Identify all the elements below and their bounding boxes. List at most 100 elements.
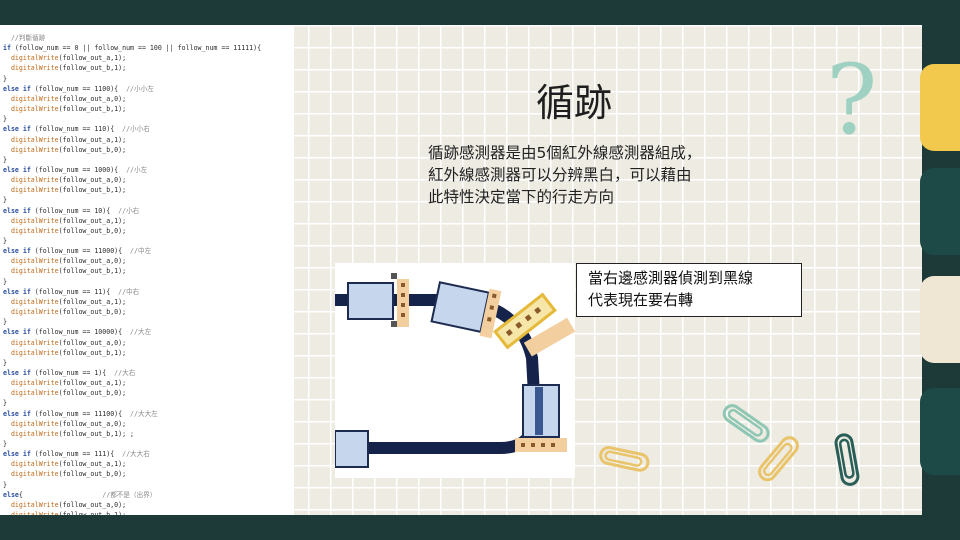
robot-car [347, 273, 409, 327]
code-line: digitalWrite(follow_out_a,1); [3, 217, 126, 225]
code-token: else [3, 490, 19, 499]
paper-clip-icon [599, 446, 650, 472]
code-token: (follow_out_b,1); [58, 105, 127, 114]
code-line: digitalWrite(follow_out_b,0); [3, 146, 126, 154]
code-token: else if [3, 409, 31, 418]
code-token: (follow_num == 10000){ [30, 328, 131, 337]
code-line: else if (follow_num == 1){ //大右 [3, 369, 135, 377]
track-diagram [334, 273, 576, 468]
code-token: (follow_out_b,1); [58, 267, 127, 276]
code-token: digitalWrite [10, 216, 59, 225]
code-line: else if (follow_num == 110){ //小小右 [3, 125, 150, 133]
code-token: } [3, 440, 7, 448]
paper-clip-icon [834, 433, 860, 486]
side-tab-yellow [920, 64, 960, 151]
code-token: (follow_out_b,1); [58, 348, 127, 357]
code-line: else if (follow_num == 10000){ //大左 [3, 328, 151, 336]
code-token: (follow_out_a,0); [58, 338, 127, 347]
robot-car [430, 281, 502, 339]
code-token: //中左 [130, 247, 152, 256]
code-token: digitalWrite [10, 460, 59, 469]
code-token: //都不是（出界） [102, 490, 157, 499]
code-token: (follow_num == 1000){ [30, 165, 127, 174]
code-token: digitalWrite [10, 348, 59, 357]
code-token: else if [3, 206, 31, 215]
code-line: digitalWrite(follow_out_b,1); [3, 105, 126, 113]
code-token: } [3, 196, 7, 205]
description-line: 循跡感測器是由5個紅外線感測器組成， [428, 144, 702, 162]
code-line: } [3, 318, 7, 326]
code-token: } [3, 115, 7, 124]
code-token: (follow_out_a,1); [58, 297, 127, 306]
code-line: digitalWrite(follow_out_b,0); [3, 308, 126, 316]
code-token: (follow_out_a,1); [58, 460, 127, 469]
code-line: } [3, 196, 7, 204]
code-token: //大大左 [130, 409, 158, 418]
code-token: //小小左 [126, 84, 154, 93]
code-token: digitalWrite [10, 257, 59, 266]
code-token: else if [3, 84, 31, 93]
code-token: (follow_num == 111){ [30, 450, 123, 459]
code-token: //小右 [118, 206, 140, 215]
code-line: } [3, 237, 7, 245]
code-token: { [18, 490, 103, 499]
code-line: digitalWrite(follow_out_a,0); [3, 257, 126, 265]
code-token: digitalWrite [10, 308, 59, 317]
robot-car [334, 430, 369, 468]
code-token: else if [3, 247, 31, 256]
question-mark-icon: ? [826, 44, 878, 156]
code-line: } [3, 440, 7, 448]
code-token: digitalWrite [10, 470, 59, 479]
code-token: else if [3, 368, 31, 377]
callout-line: 當右邊感測器偵測到黑線 [588, 269, 754, 287]
code-token: (follow_out_b,1); ; [58, 429, 135, 438]
code-line: digitalWrite(follow_out_a,0); [3, 176, 126, 184]
side-tab-teal-2 [920, 388, 960, 475]
code-line: digitalWrite(follow_out_b,0); [3, 227, 126, 235]
code-line: //判斷循跡 [3, 34, 45, 42]
code-line: digitalWrite(follow_out_b,1); [3, 511, 126, 515]
code-token: (follow_out_b,1); [58, 64, 127, 73]
code-token: } [3, 155, 7, 164]
code-line: digitalWrite(follow_out_b,0); [3, 470, 126, 478]
code-line: digitalWrite(follow_out_b,0); [3, 389, 126, 397]
code-line: } [3, 156, 7, 164]
code-token: (follow_out_a,1); [58, 379, 127, 388]
code-token: } [3, 399, 7, 408]
code-token: digitalWrite [10, 297, 59, 306]
code-line: digitalWrite(follow_out_a,1); [3, 379, 126, 387]
code-token: else if [3, 125, 31, 134]
code-token: digitalWrite [10, 54, 59, 63]
code-token: else if [3, 328, 31, 337]
code-token: (follow_num == 11){ [30, 287, 119, 296]
code-line: digitalWrite(follow_out_b,1); [3, 64, 126, 72]
code-line: digitalWrite(follow_out_b,1); [3, 349, 126, 357]
code-token: //大左 [130, 328, 152, 337]
code-token: digitalWrite [10, 64, 59, 73]
code-token: digitalWrite [10, 176, 59, 185]
code-line: } [3, 278, 7, 286]
code-line: else if (follow_num == 1000){ //小左 [3, 166, 147, 174]
paper-clips-decoration [599, 404, 860, 486]
code-token: digitalWrite [10, 226, 59, 235]
code-line: digitalWrite(follow_out_a,1); [3, 136, 126, 144]
code-token: (follow_out_a,0); [58, 94, 127, 103]
callout-box: 當右邊感測器偵測到黑線 代表現在要右轉 [576, 263, 802, 317]
description-line: 此特性決定當下的行走方向 [428, 188, 615, 206]
code-token: } [3, 480, 7, 489]
code-token: digitalWrite [10, 429, 59, 438]
code-token: (follow_out_a,1); [58, 135, 127, 144]
code-token: (follow_num == 10){ [30, 206, 119, 215]
